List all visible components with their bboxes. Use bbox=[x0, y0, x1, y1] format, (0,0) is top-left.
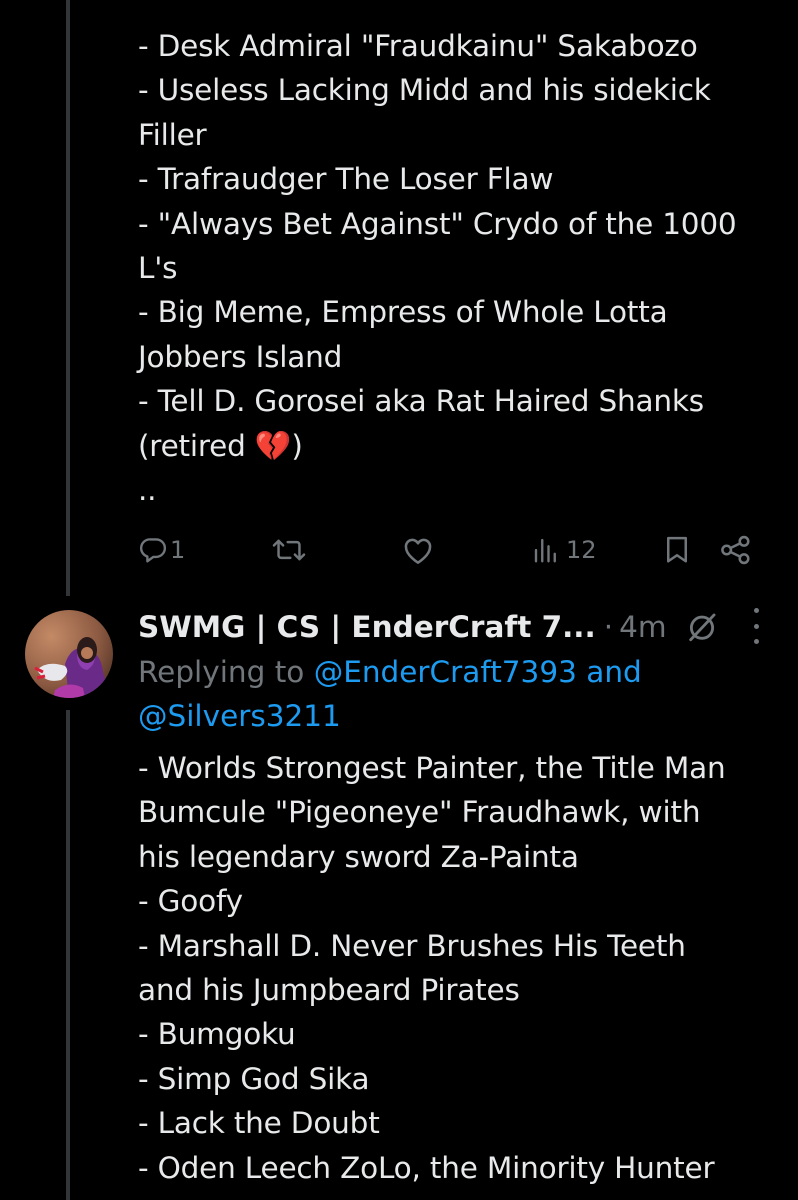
thread-line-bottom bbox=[66, 710, 70, 1200]
tweet-line: - Marshall D. Never Brushes His Teeth bbox=[138, 928, 686, 963]
more-options-icon[interactable] bbox=[746, 608, 766, 644]
replying-prefix: Replying to bbox=[138, 655, 314, 689]
tweet-line: - Simp God Sika bbox=[138, 1061, 370, 1096]
tweet-line: - Worlds Strongest Painter, the Title Ma… bbox=[138, 751, 726, 785]
tweet-line: and his Jumpbeard Pirates bbox=[138, 973, 520, 1008]
views-count: 12 bbox=[566, 536, 597, 564]
tweet-line: - Tell D. Gorosei aka Rat Haired Shanks bbox=[138, 384, 704, 419]
tweet-line: (retired 💔) bbox=[138, 428, 303, 463]
tweet-line: Filler bbox=[138, 117, 207, 152]
tweet-line: - Lack the Doubt bbox=[138, 1106, 380, 1141]
reply-count: 1 bbox=[170, 536, 186, 564]
tweet-line: - Goofy bbox=[138, 884, 243, 919]
share-icon bbox=[720, 535, 752, 565]
header-separator: · bbox=[603, 610, 614, 644]
tweet-line: - "Always Bet Against" Crydo of the 1000 bbox=[138, 206, 737, 241]
tweet-line: - Bumgoku bbox=[138, 1017, 296, 1052]
bookmark-icon bbox=[664, 535, 690, 565]
tweet-line: - Big Meme, Empress of Whole Lotta bbox=[138, 295, 668, 330]
display-name[interactable]: SWMG | CS | EnderCraft 7... bbox=[138, 610, 596, 644]
reply-icon bbox=[138, 535, 168, 565]
tweet-line: - Oden Leech ZoLo, the Minority Hunter bbox=[138, 1150, 715, 1185]
mention-link[interactable]: @Silvers3211 bbox=[138, 699, 341, 733]
thread-line-top bbox=[66, 0, 70, 596]
tweet-line: L's bbox=[138, 251, 178, 286]
replying-and: and bbox=[576, 655, 642, 689]
retweet-button[interactable] bbox=[272, 528, 308, 572]
avatar[interactable] bbox=[25, 610, 113, 698]
reply-button[interactable]: 1 bbox=[138, 528, 185, 572]
replying-to: Replying to @EnderCraft7393 and @Silvers… bbox=[138, 650, 778, 739]
views-button[interactable]: 12 bbox=[532, 528, 597, 572]
tweet-line: - Trafraudger The Loser Flaw bbox=[138, 162, 554, 197]
tweet-line: Jobbers Island bbox=[138, 339, 343, 374]
retweet-icon bbox=[272, 535, 306, 565]
tweet-header: SWMG | CS | EnderCraft 7... · 4m bbox=[138, 604, 778, 650]
second-tweet-text: - Worlds Strongest Painter, the Title Ma… bbox=[138, 746, 778, 1190]
share-button[interactable] bbox=[720, 528, 752, 572]
tweet-line: - Useless Lacking Midd and his sidekick bbox=[138, 73, 711, 108]
tweet-line: .. bbox=[138, 473, 157, 508]
tweet-line: - Desk Admiral "Fraudkainu" Sakabozo bbox=[138, 29, 698, 63]
heart-icon bbox=[402, 535, 434, 565]
like-button[interactable] bbox=[402, 528, 436, 572]
timestamp[interactable]: 4m bbox=[619, 610, 667, 644]
tweet-line: his legendary sword Za-Painta bbox=[138, 839, 579, 874]
mention-link[interactable]: @EnderCraft7393 bbox=[314, 655, 577, 689]
bookmark-button[interactable] bbox=[664, 528, 690, 572]
tweet-line: Bumcule "Pigeoneye" Fraudhawk, with bbox=[138, 795, 701, 830]
views-chart-icon bbox=[532, 535, 560, 565]
grok-slash-icon[interactable] bbox=[685, 610, 719, 644]
first-tweet-text: - Desk Admiral "Fraudkainu" Sakabozo - U… bbox=[138, 24, 778, 512]
tweet-action-bar: 1 12 bbox=[132, 528, 762, 572]
